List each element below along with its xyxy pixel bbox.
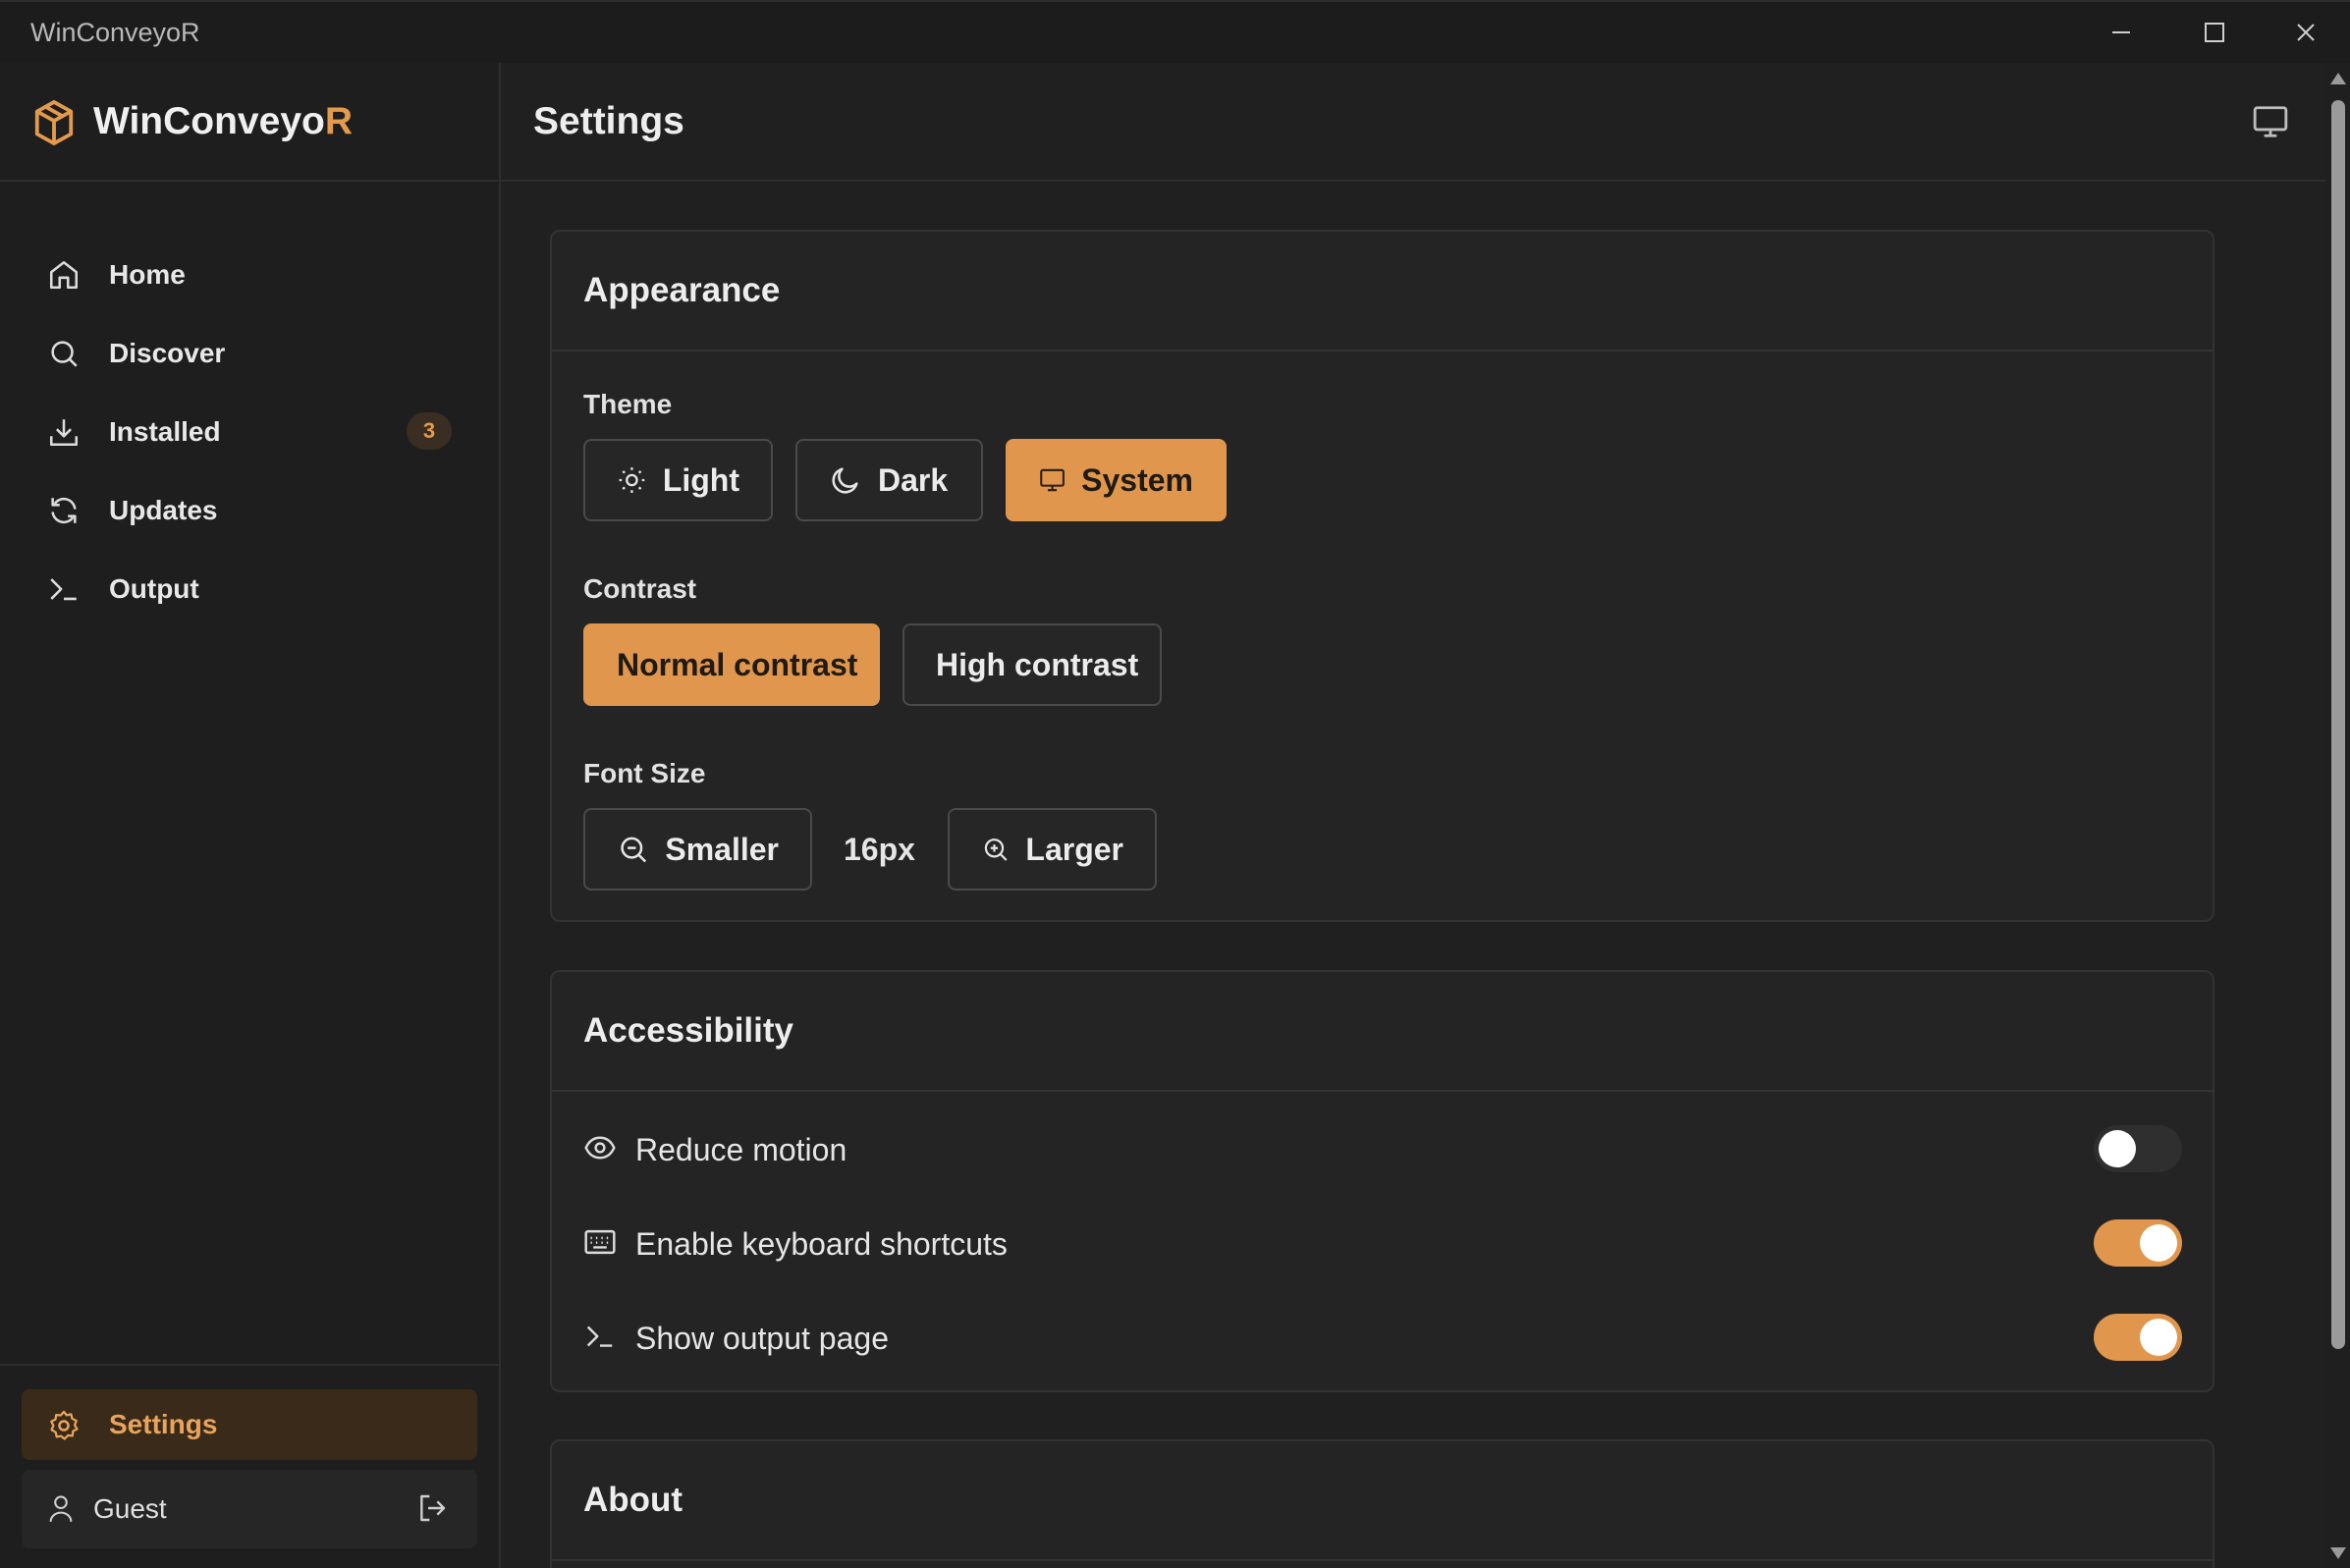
keyboard-shortcuts-row: Enable keyboard shortcuts [583,1214,2182,1272]
accessibility-card-header: Accessibility [552,972,2213,1092]
font-size-label: Font Size [583,758,706,788]
sidebar-divider [0,1364,499,1366]
gear-icon [50,1410,79,1440]
theme-system-label: System [1081,461,1193,498]
monitor-icon[interactable] [2251,103,2290,140]
sidebar-item-settings[interactable]: Settings [22,1389,477,1460]
sidebar-item-updates[interactable]: Updates [24,475,475,544]
page-header: Settings [501,63,2325,182]
scrollbar-thumb[interactable] [2331,100,2345,1349]
toggle-knob [2140,1319,2177,1356]
sidebar: WinConveyoR Home Discover Installed 3 Up… [0,63,501,1568]
user-icon [49,1495,73,1522]
show-output-page-row: Show output page [583,1308,2182,1367]
about-card: About [550,1439,2214,1568]
font-size-value: 16px [844,832,915,867]
scroll-down-arrow-icon[interactable] [2330,1547,2346,1559]
sidebar-item-home[interactable]: Home [24,240,475,308]
theme-system-button[interactable]: System [1006,439,1227,521]
refresh-icon [51,497,77,524]
theme-light-label: Light [662,461,739,498]
show-output-page-label: Show output page [635,1321,889,1356]
brand-name-accent: R [324,100,353,142]
font-larger-button[interactable]: Larger [948,808,1157,891]
sidebar-item-label: Discover [109,338,226,368]
terminal-icon [586,1325,613,1347]
minimize-button[interactable] [2076,2,2166,63]
contrast-label: Contrast [583,573,697,604]
toggle-knob [2140,1224,2177,1262]
accessibility-card: Accessibility Reduce motion Enable keybo… [550,970,2214,1392]
window-title: WinConveyoR [30,18,200,47]
user-name: Guest [93,1493,167,1524]
show-output-page-toggle[interactable] [2094,1314,2182,1361]
sidebar-item-label: Output [109,573,199,604]
sidebar-item-installed[interactable]: Installed 3 [24,397,475,465]
download-icon [49,419,79,447]
font-smaller-label: Smaller [665,831,779,867]
font-smaller-button[interactable]: Smaller [583,808,812,891]
sidebar-item-label: Updates [109,495,218,525]
window-titlebar: WinConveyoR [0,0,2350,63]
theme-light-button[interactable]: Light [583,439,773,521]
zoom-out-icon [621,837,647,863]
sun-icon [619,467,645,493]
moon-icon [832,467,858,494]
keyboard-shortcuts-toggle[interactable] [2094,1219,2182,1267]
accessibility-title: Accessibility [583,1011,793,1050]
high-contrast-label: High contrast [936,646,1139,682]
appearance-card-header: Appearance [552,232,2213,351]
close-icon [2297,24,2315,41]
about-card-header: About [552,1441,2213,1561]
sidebar-item-output[interactable]: Output [24,554,475,622]
appearance-title: Appearance [583,271,781,309]
appearance-card: Appearance Theme Light Dark System Contr… [550,230,2214,922]
theme-label: Theme [583,389,673,419]
brand-header: WinConveyoR [0,63,499,182]
sidebar-item-label: Installed [109,416,221,447]
brand-name: WinConveyoR [93,100,353,143]
search-icon [51,341,78,367]
font-larger-label: Larger [1025,831,1123,867]
theme-dark-button[interactable]: Dark [795,439,983,521]
maximize-icon [2205,23,2224,42]
high-contrast-button[interactable]: High contrast [902,623,1162,706]
normal-contrast-button[interactable]: Normal contrast [583,623,880,706]
keyboard-icon [584,1229,616,1255]
keyboard-shortcuts-label: Enable keyboard shortcuts [635,1226,1008,1262]
minimize-icon [2112,31,2130,33]
sidebar-item-discover[interactable]: Discover [24,318,475,387]
user-account[interactable]: Guest [22,1470,477,1548]
reduce-motion-toggle[interactable] [2094,1125,2182,1172]
logout-icon[interactable] [416,1492,448,1524]
toggle-knob [2099,1130,2136,1167]
monitor-icon [1040,468,1065,492]
about-title: About [583,1481,683,1519]
home-icon [49,260,79,290]
theme-dark-label: Dark [878,461,949,498]
eye-icon [584,1136,616,1160]
close-button[interactable] [2261,2,2350,63]
normal-contrast-label: Normal contrast [617,646,858,682]
terminal-icon [50,578,77,601]
vertical-scrollbar[interactable] [2325,63,2350,1568]
reduce-motion-row: Reduce motion [583,1119,2182,1178]
installed-count-badge: 3 [407,412,452,450]
page-title: Settings [533,100,684,142]
scroll-up-arrow-icon[interactable] [2330,73,2346,84]
sidebar-item-label: Home [109,259,186,290]
brand-name-main: WinConveyo [93,100,325,142]
maximize-button[interactable] [2169,2,2260,63]
reduce-motion-label: Reduce motion [635,1132,847,1167]
zoom-in-icon [984,838,1008,861]
package-logo-icon [34,99,74,145]
sidebar-item-label: Settings [109,1409,218,1439]
